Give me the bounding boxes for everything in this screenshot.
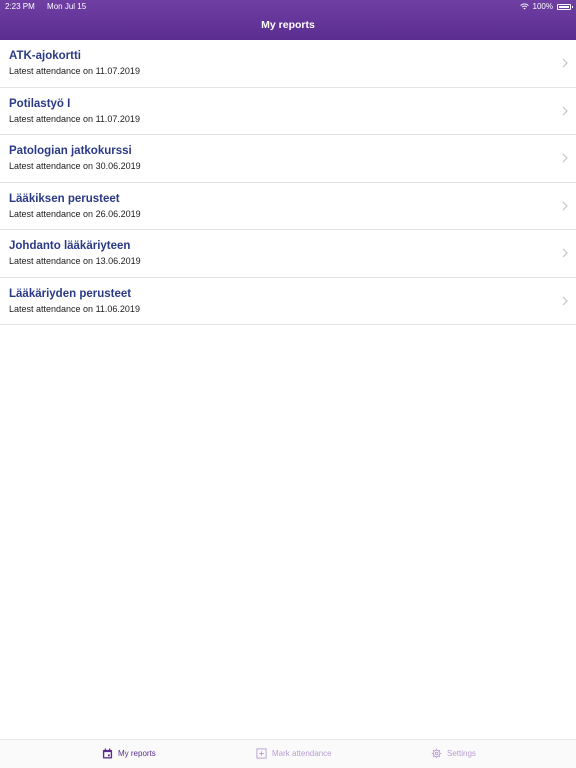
chevron-right-icon	[562, 153, 568, 163]
gear-icon	[431, 748, 442, 759]
status-date: Mon Jul 15	[47, 2, 87, 11]
report-title: Lääkiksen perusteet	[9, 192, 120, 205]
tab-label: Settings	[447, 749, 476, 758]
list-item[interactable]: Johdanto lääkäriyteen Latest attendance …	[0, 230, 576, 278]
tab-my-reports[interactable]: My reports	[102, 748, 156, 759]
chevron-right-icon	[562, 201, 568, 210]
report-subtitle: Latest attendance on 11.07.2019	[9, 66, 140, 76]
page-title: My reports	[261, 19, 315, 31]
report-title: Potilastyö I	[9, 97, 71, 110]
plus-square-icon	[256, 748, 267, 759]
battery-percent: 100%	[532, 2, 553, 11]
chevron-right-icon	[562, 106, 568, 115]
tab-mark-attendance[interactable]: Mark attendance	[256, 748, 332, 759]
status-time: 2:23 PM	[5, 2, 35, 11]
status-bar: 2:23 PM Mon Jul 15 100%	[0, 0, 576, 12]
chevron-right-icon	[562, 296, 568, 305]
list-item[interactable]: ATK-ajokortti Latest attendance on 11.07…	[0, 40, 576, 88]
report-subtitle: Latest attendance on 13.06.2019	[9, 256, 141, 266]
reports-list: ATK-ajokortti Latest attendance on 11.07…	[0, 40, 576, 325]
tab-label: Mark attendance	[272, 749, 332, 758]
battery-icon	[557, 3, 573, 10]
report-subtitle: Latest attendance on 30.06.2019	[9, 161, 141, 171]
chevron-right-icon	[562, 58, 568, 68]
report-subtitle: Latest attendance on 11.06.2019	[9, 303, 140, 314]
list-item[interactable]: Lääkäriyden perusteet Latest attendance …	[0, 278, 576, 325]
report-title: Johdanto lääkäriyteen	[9, 240, 131, 252]
list-item[interactable]: Potilastyö I Latest attendance on 11.07.…	[0, 88, 576, 135]
report-title: Patologian jatkokurssi	[9, 145, 132, 157]
report-subtitle: Latest attendance on 26.06.2019	[9, 208, 141, 219]
wifi-icon	[519, 3, 529, 10]
chevron-right-icon	[562, 248, 568, 258]
calendar-icon	[102, 748, 113, 759]
tab-label: My reports	[118, 749, 156, 758]
list-item[interactable]: Patologian jatkokurssi Latest attendance…	[0, 135, 576, 183]
tab-settings[interactable]: Settings	[431, 748, 476, 759]
report-title: Lääkäriyden perusteet	[9, 287, 132, 300]
report-title: ATK-ajokortti	[9, 50, 81, 62]
tab-bar: My reports Mark attendance Settings	[0, 739, 576, 768]
list-item[interactable]: Lääkiksen perusteet Latest attendance on…	[0, 183, 576, 230]
report-subtitle: Latest attendance on 11.07.2019	[9, 113, 140, 124]
app-header: 2:23 PM Mon Jul 15 100% My reports	[0, 0, 576, 40]
